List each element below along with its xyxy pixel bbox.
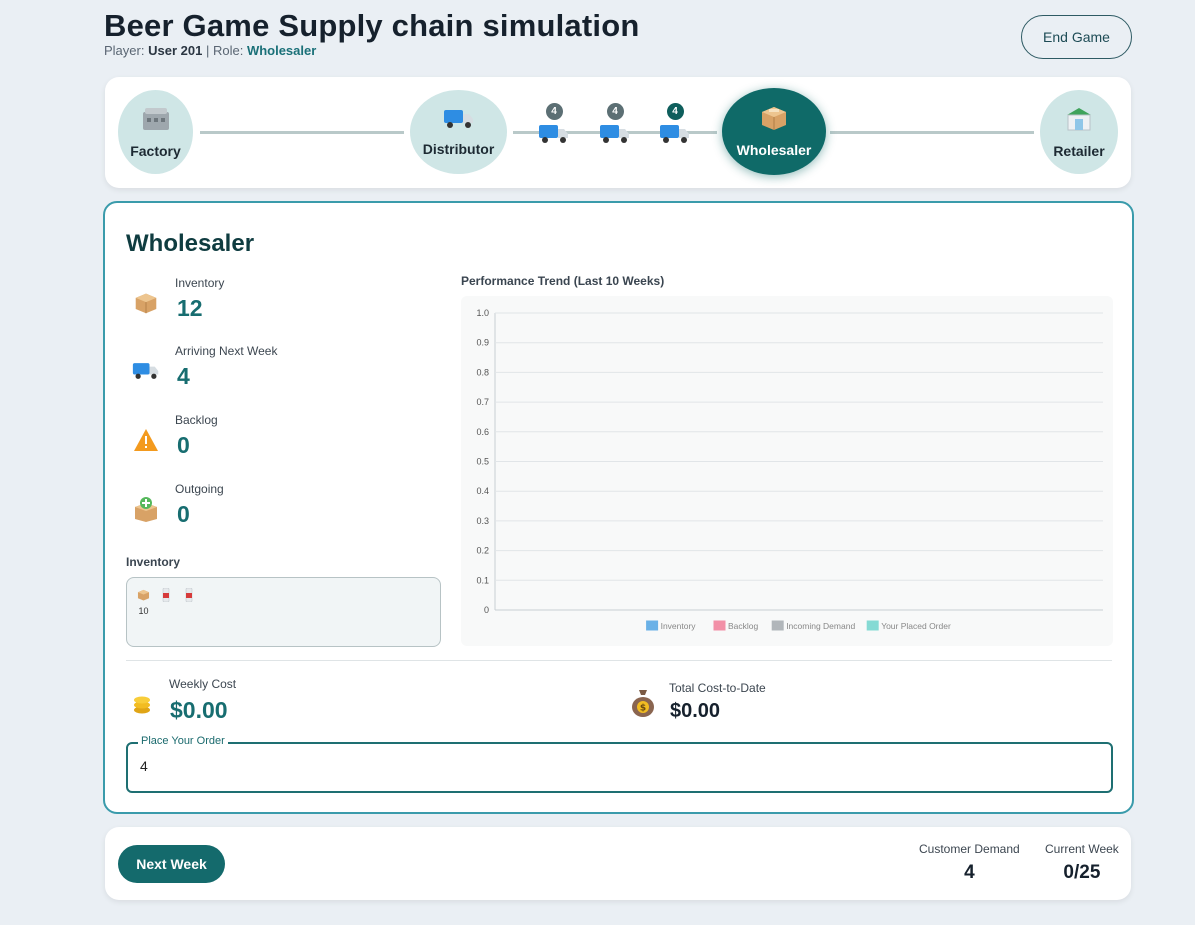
end-game-button[interactable]: End Game <box>1021 15 1132 59</box>
player-label: Player: <box>104 43 145 58</box>
total-cost-value: $0.00 <box>670 700 721 722</box>
y-tick-label: 0.8 <box>476 367 489 377</box>
legend-label: Your Placed Order <box>881 621 951 631</box>
metric-label: Inventory <box>175 276 225 290</box>
box-icon <box>760 105 788 136</box>
chart-svg: 0 0.1 0.2 0.3 0.4 0.5 0.6 0.7 0.8 0.9 1.0 Inventory… <box>476 308 1103 631</box>
inventory-section-label: Inventory <box>126 555 181 569</box>
player-info: Player: User 201 | Role: Wholesaler <box>104 43 639 58</box>
customer-demand-value: 4 <box>964 862 975 883</box>
supply-chain-strip: Factory Distributor 4 4 4 Wholesaler Ret… <box>105 77 1131 188</box>
weekly-cost-label: Weekly Cost <box>169 677 237 691</box>
y-tick-label: 0.2 <box>476 546 489 556</box>
metric-value: 0 <box>177 432 190 458</box>
y-tick-label: 0.6 <box>476 427 489 437</box>
y-tick-label: 0.9 <box>476 338 489 348</box>
node-factory[interactable]: Factory <box>118 90 193 174</box>
chart-title: Performance Trend (Last 10 Weeks) <box>461 274 665 288</box>
warning-icon <box>129 425 163 455</box>
shipment-qty-badge: 4 <box>545 103 563 120</box>
bottle-icon <box>162 587 170 607</box>
shipment-qty-badge: 4 <box>606 103 624 120</box>
y-tick-label: 0.5 <box>476 457 489 467</box>
total-cost-label: Total Cost-to-Date <box>669 681 766 695</box>
truck-icon <box>599 123 631 150</box>
role-label: Role: <box>212 43 244 58</box>
node-retailer[interactable]: Retailer <box>1040 90 1118 174</box>
divider <box>126 660 1112 661</box>
inventory-item: 10 <box>137 588 150 616</box>
player-name: User 201 <box>148 43 203 58</box>
current-week-stat: Current Week 0/25 <box>1045 842 1119 884</box>
box-icon <box>129 288 163 318</box>
svg-text:$: $ <box>640 704 646 714</box>
y-tick-label: 1.0 <box>476 308 489 318</box>
shipment-3: 4 <box>659 103 691 150</box>
metric-label: Backlog <box>175 413 218 427</box>
order-field[interactable]: Place Your Order <box>126 735 1113 793</box>
legend-swatch <box>713 620 726 631</box>
legend-label: Incoming Demand <box>786 621 855 631</box>
truck-icon <box>443 108 475 135</box>
chain-connector <box>830 131 1034 134</box>
legend-swatch <box>771 620 784 631</box>
inventory-item-count: 10 <box>138 606 149 616</box>
y-tick-label: 0.3 <box>476 516 489 526</box>
page-title: Beer Game Supply chain simulation <box>104 8 640 43</box>
legend-label: Inventory <box>661 621 697 631</box>
customer-demand-stat: Customer Demand 4 <box>919 842 1020 884</box>
node-wholesaler[interactable]: Wholesaler <box>722 88 826 175</box>
bottle-icon <box>185 587 193 607</box>
customer-demand-label: Customer Demand <box>919 842 1020 856</box>
next-week-button[interactable]: Next Week <box>118 845 225 883</box>
performance-chart: 0 0.1 0.2 0.3 0.4 0.5 0.6 0.7 0.8 0.9 1.0 Inventory… <box>461 296 1113 646</box>
page-header: Beer Game Supply chain simulation Player… <box>104 8 639 58</box>
box-icon <box>137 588 150 606</box>
weekly-cost-value: $0.00 <box>170 697 228 723</box>
node-label: Wholesaler <box>736 142 812 158</box>
node-label: Factory <box>130 142 181 159</box>
y-tick-label: 0.4 <box>476 486 489 496</box>
order-input[interactable] <box>140 758 1040 774</box>
metric-value: 4 <box>177 363 190 389</box>
truck-icon <box>659 123 691 150</box>
order-field-label: Place Your Order <box>138 735 228 747</box>
shipment-2: 4 <box>599 103 631 150</box>
node-distributor[interactable]: Distributor <box>410 90 507 174</box>
factory-icon <box>141 106 171 137</box>
money-bag-icon: $ <box>630 688 656 723</box>
truck-icon <box>538 123 570 150</box>
outgoing-box-icon <box>129 494 163 524</box>
role-name: Wholesaler <box>246 43 317 58</box>
y-tick-label: 0 <box>484 605 489 615</box>
chain-connector <box>200 131 404 134</box>
y-tick-label: 0.1 <box>476 575 489 585</box>
legend-label: Backlog <box>728 621 759 631</box>
current-week-value: 0/25 <box>1063 862 1101 883</box>
metric-value: 12 <box>177 295 203 321</box>
coins-icon <box>132 693 152 720</box>
node-label: Retailer <box>1053 142 1105 159</box>
separator: | <box>205 43 210 58</box>
truck-icon <box>129 356 163 386</box>
metric-value: 0 <box>177 501 190 527</box>
store-icon <box>1064 106 1094 137</box>
y-tick-label: 0.7 <box>476 397 489 407</box>
metric-label: Outgoing <box>175 482 224 496</box>
footer-bar: Next Week Customer Demand 4 Current Week… <box>105 827 1131 900</box>
current-week-label: Current Week <box>1045 842 1119 856</box>
inventory-visual: 10 <box>126 577 441 647</box>
legend-swatch <box>646 620 659 631</box>
legend-swatch <box>866 620 879 631</box>
shipment-qty-badge: 4 <box>666 103 684 120</box>
panel-title: Wholesaler <box>126 230 255 257</box>
role-panel: Wholesaler Inventory 12 Arriving Next We… <box>103 201 1134 814</box>
node-label: Distributor <box>422 140 495 157</box>
metric-label: Arriving Next Week <box>175 344 278 358</box>
shipment-1: 4 <box>538 103 570 150</box>
